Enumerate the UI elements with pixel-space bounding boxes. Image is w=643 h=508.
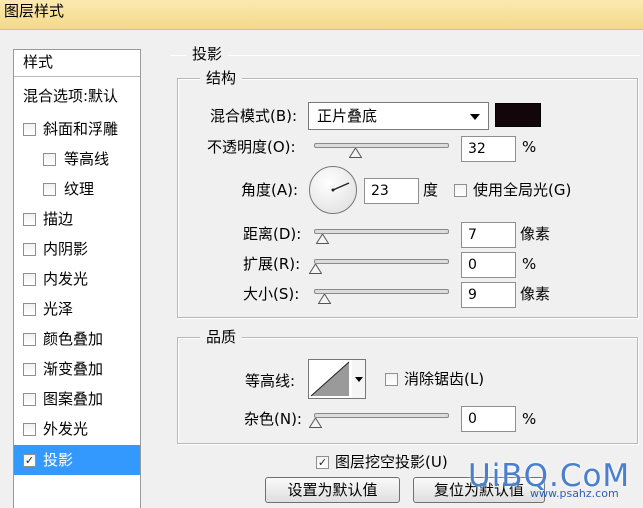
sidebar-item-label: 描边 [43,210,74,228]
gradient-overlay-checkbox[interactable] [23,363,36,376]
satin-checkbox[interactable] [23,303,36,316]
opacity-slider-thumb[interactable] [349,148,362,158]
anti-alias-checkbox[interactable] [385,373,398,386]
sidebar-item-pattern-overlay[interactable]: 图案叠加 [14,384,140,414]
sidebar-item-contour[interactable]: 等高线 [14,144,140,174]
global-light-label[interactable]: 使用全局光(G) [473,181,571,199]
distance-input[interactable]: 7 [461,222,516,248]
sidebar-item-label: 内阴影 [43,240,89,258]
noise-slider-thumb[interactable] [309,418,322,428]
global-light-checkbox[interactable] [454,184,467,197]
sidebar-item-label: 颜色叠加 [43,330,104,348]
noise-label: 杂色(N): [244,410,302,428]
sidebar-item-inner-shadow[interactable]: 内阴影 [14,234,140,264]
dialog-titlebar[interactable]: 图层样式 [0,0,643,30]
angle-input[interactable]: 23 [364,178,419,204]
shadow-color-swatch[interactable] [495,103,541,127]
spread-label: 扩展(R): [243,255,301,273]
contour-dropdown-button[interactable] [352,359,366,399]
sidebar-item-label: 内发光 [43,270,89,288]
inner-shadow-checkbox[interactable] [23,243,36,256]
drop-shadow-checkbox[interactable]: ✓ [23,454,36,467]
sidebar-item-stroke[interactable]: 描边 [14,204,140,234]
contour-label: 等高线: [245,372,296,390]
stroke-checkbox[interactable] [23,213,36,226]
noise-slider[interactable] [314,413,449,418]
opacity-input[interactable]: 32 [461,136,516,162]
blend-mode-select[interactable]: 正片叠底 [308,102,489,130]
size-slider-thumb[interactable] [318,294,331,304]
make-default-button[interactable]: 设置为默认值 [265,477,400,503]
sidebar-item-inner-glow[interactable]: 内发光 [14,264,140,294]
sidebar-item-gradient-overlay[interactable]: 渐变叠加 [14,354,140,384]
noise-unit: % [522,410,537,428]
color-overlay-checkbox[interactable] [23,333,36,346]
sidebar-item-satin[interactable]: 光泽 [14,294,140,324]
sidebar-item-texture[interactable]: 纹理 [14,174,140,204]
sidebar-item-label: 斜面和浮雕 [43,120,119,138]
knockout-label[interactable]: 图层挖空投影(U) [335,453,448,471]
structure-title: 结构 [200,69,243,87]
section-title: 投影 [186,45,229,63]
sidebar-item-bevel-emboss[interactable]: 斜面和浮雕 [14,114,140,144]
sidebar-item-label: 渐变叠加 [43,360,104,378]
sidebar-item-color-overlay[interactable]: 颜色叠加 [14,324,140,354]
pattern-overlay-checkbox[interactable] [23,393,36,406]
blend-mode-value: 正片叠底 [317,107,378,125]
size-unit: 像素 [520,285,551,303]
opacity-unit: % [522,138,537,156]
spread-slider-thumb[interactable] [309,264,322,274]
sidebar-item-label: 图案叠加 [43,390,104,408]
angle-unit: 度 [423,181,439,199]
texture-checkbox[interactable] [43,183,56,196]
watermark-url: www.psahz.com [530,487,619,500]
spread-input[interactable]: 0 [461,252,516,278]
size-label: 大小(S): [243,285,300,303]
size-slider[interactable] [314,289,449,294]
styles-header[interactable]: 样式 [14,50,140,77]
anti-alias-label[interactable]: 消除锯齿(L) [404,370,484,388]
opacity-slider[interactable] [314,143,449,148]
styles-list: 样式 混合选项:默认 斜面和浮雕 等高线 纹理 描边 内阴影 内发光 光泽 颜色… [13,49,141,508]
outer-glow-checkbox[interactable] [23,423,36,436]
sidebar-item-label: 光泽 [43,300,74,318]
distance-slider-thumb[interactable] [316,234,329,244]
sidebar-item-label: 等高线 [64,150,110,168]
inner-glow-checkbox[interactable] [23,273,36,286]
angle-label: 角度(A): [241,181,299,199]
spread-slider[interactable] [314,259,449,264]
knockout-checkbox[interactable]: ✓ [316,456,329,469]
contour-checkbox[interactable] [43,153,56,166]
chevron-down-icon [470,114,480,120]
angle-dial[interactable] [309,166,357,214]
sidebar-item-label: 纹理 [64,180,95,198]
distance-unit: 像素 [520,225,551,243]
size-input[interactable]: 9 [461,282,516,308]
sidebar-item-label: 投影 [43,451,74,469]
blend-mode-label: 混合模式(B): [210,107,298,125]
opacity-label: 不透明度(O): [207,138,296,156]
sidebar-item-drop-shadow[interactable]: ✓ 投影 [14,445,140,475]
noise-input[interactable]: 0 [461,406,516,432]
distance-slider[interactable] [314,229,449,234]
blend-options-item[interactable]: 混合选项:默认 [14,81,140,111]
quality-title: 品质 [200,328,243,346]
bevel-emboss-checkbox[interactable] [23,123,36,136]
distance-label: 距离(D): [243,225,302,243]
section-divider [170,55,640,56]
spread-unit: % [522,255,537,273]
sidebar-item-label: 外发光 [43,420,89,438]
dialog-title: 图层样式 [4,2,65,20]
sidebar-item-outer-glow[interactable]: 外发光 [14,414,140,444]
